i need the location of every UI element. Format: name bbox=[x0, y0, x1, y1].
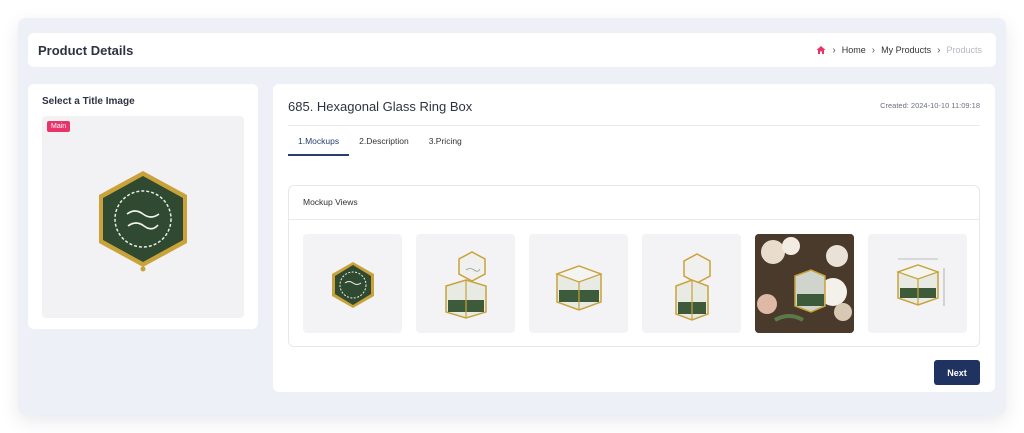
title-image-heading: Select a Title Image bbox=[42, 96, 135, 107]
mockup-thumbnail[interactable] bbox=[529, 234, 628, 333]
hex-ring-box-image bbox=[99, 171, 187, 272]
chevron-right-icon: › bbox=[832, 44, 836, 56]
mockup-heading: Mockup Views bbox=[303, 197, 358, 207]
breadcrumb: › Home › My Products › Products bbox=[816, 45, 982, 56]
breadcrumb-home[interactable]: Home bbox=[842, 45, 866, 55]
product-title: 685. Hexagonal Glass Ring Box bbox=[288, 99, 473, 114]
product-card: 685. Hexagonal Glass Ring Box Created: 2… bbox=[273, 84, 995, 392]
created-timestamp: Created: 2024-10-10 11:09:18 bbox=[880, 101, 980, 110]
main-badge: Main bbox=[47, 121, 71, 132]
hex-box-open-angled-image bbox=[675, 253, 711, 321]
breadcrumb-current: Products bbox=[946, 45, 982, 55]
hex-box-flowers-photo-image bbox=[755, 234, 854, 333]
mockup-panel: Mockup Views bbox=[288, 185, 980, 347]
title-image-card: Select a Title Image Main bbox=[28, 84, 258, 329]
tab-bar: 1.Mockups 2.Description 3.Pricing bbox=[288, 134, 472, 156]
title-image[interactable]: Main bbox=[42, 116, 244, 318]
breadcrumb-my-products[interactable]: My Products bbox=[881, 45, 931, 55]
tab-mockups[interactable]: 1.Mockups bbox=[288, 134, 350, 156]
divider bbox=[288, 125, 980, 126]
page-header: Product Details › Home › My Products › P… bbox=[28, 33, 996, 67]
next-button[interactable]: Next bbox=[934, 360, 980, 385]
mockup-thumbnails bbox=[303, 234, 967, 333]
hex-box-side-image bbox=[555, 265, 603, 311]
mockup-thumbnail[interactable] bbox=[755, 234, 854, 333]
tab-description[interactable]: 2.Description bbox=[349, 134, 419, 156]
home-icon[interactable] bbox=[816, 45, 826, 55]
hex-box-dimensions-image bbox=[896, 258, 945, 306]
mockup-thumbnail[interactable] bbox=[868, 234, 967, 333]
hex-box-top-image bbox=[332, 262, 374, 308]
page-title: Product Details bbox=[38, 42, 134, 58]
hex-box-open-image bbox=[445, 251, 487, 319]
tab-pricing[interactable]: 3.Pricing bbox=[419, 134, 472, 156]
chevron-right-icon: › bbox=[937, 44, 941, 56]
app-shell: Product Details › Home › My Products › P… bbox=[18, 18, 1006, 415]
mockup-thumbnail[interactable] bbox=[416, 234, 515, 333]
mockup-thumbnail[interactable] bbox=[303, 234, 402, 333]
divider bbox=[289, 219, 979, 220]
chevron-right-icon: › bbox=[871, 44, 876, 56]
mockup-thumbnail[interactable] bbox=[642, 234, 741, 333]
